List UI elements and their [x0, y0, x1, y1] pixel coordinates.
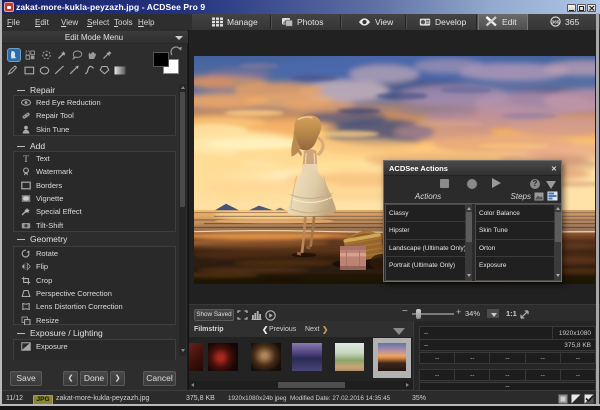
- svg-text:T: T: [23, 154, 29, 163]
- svg-text:365: 365: [552, 20, 560, 25]
